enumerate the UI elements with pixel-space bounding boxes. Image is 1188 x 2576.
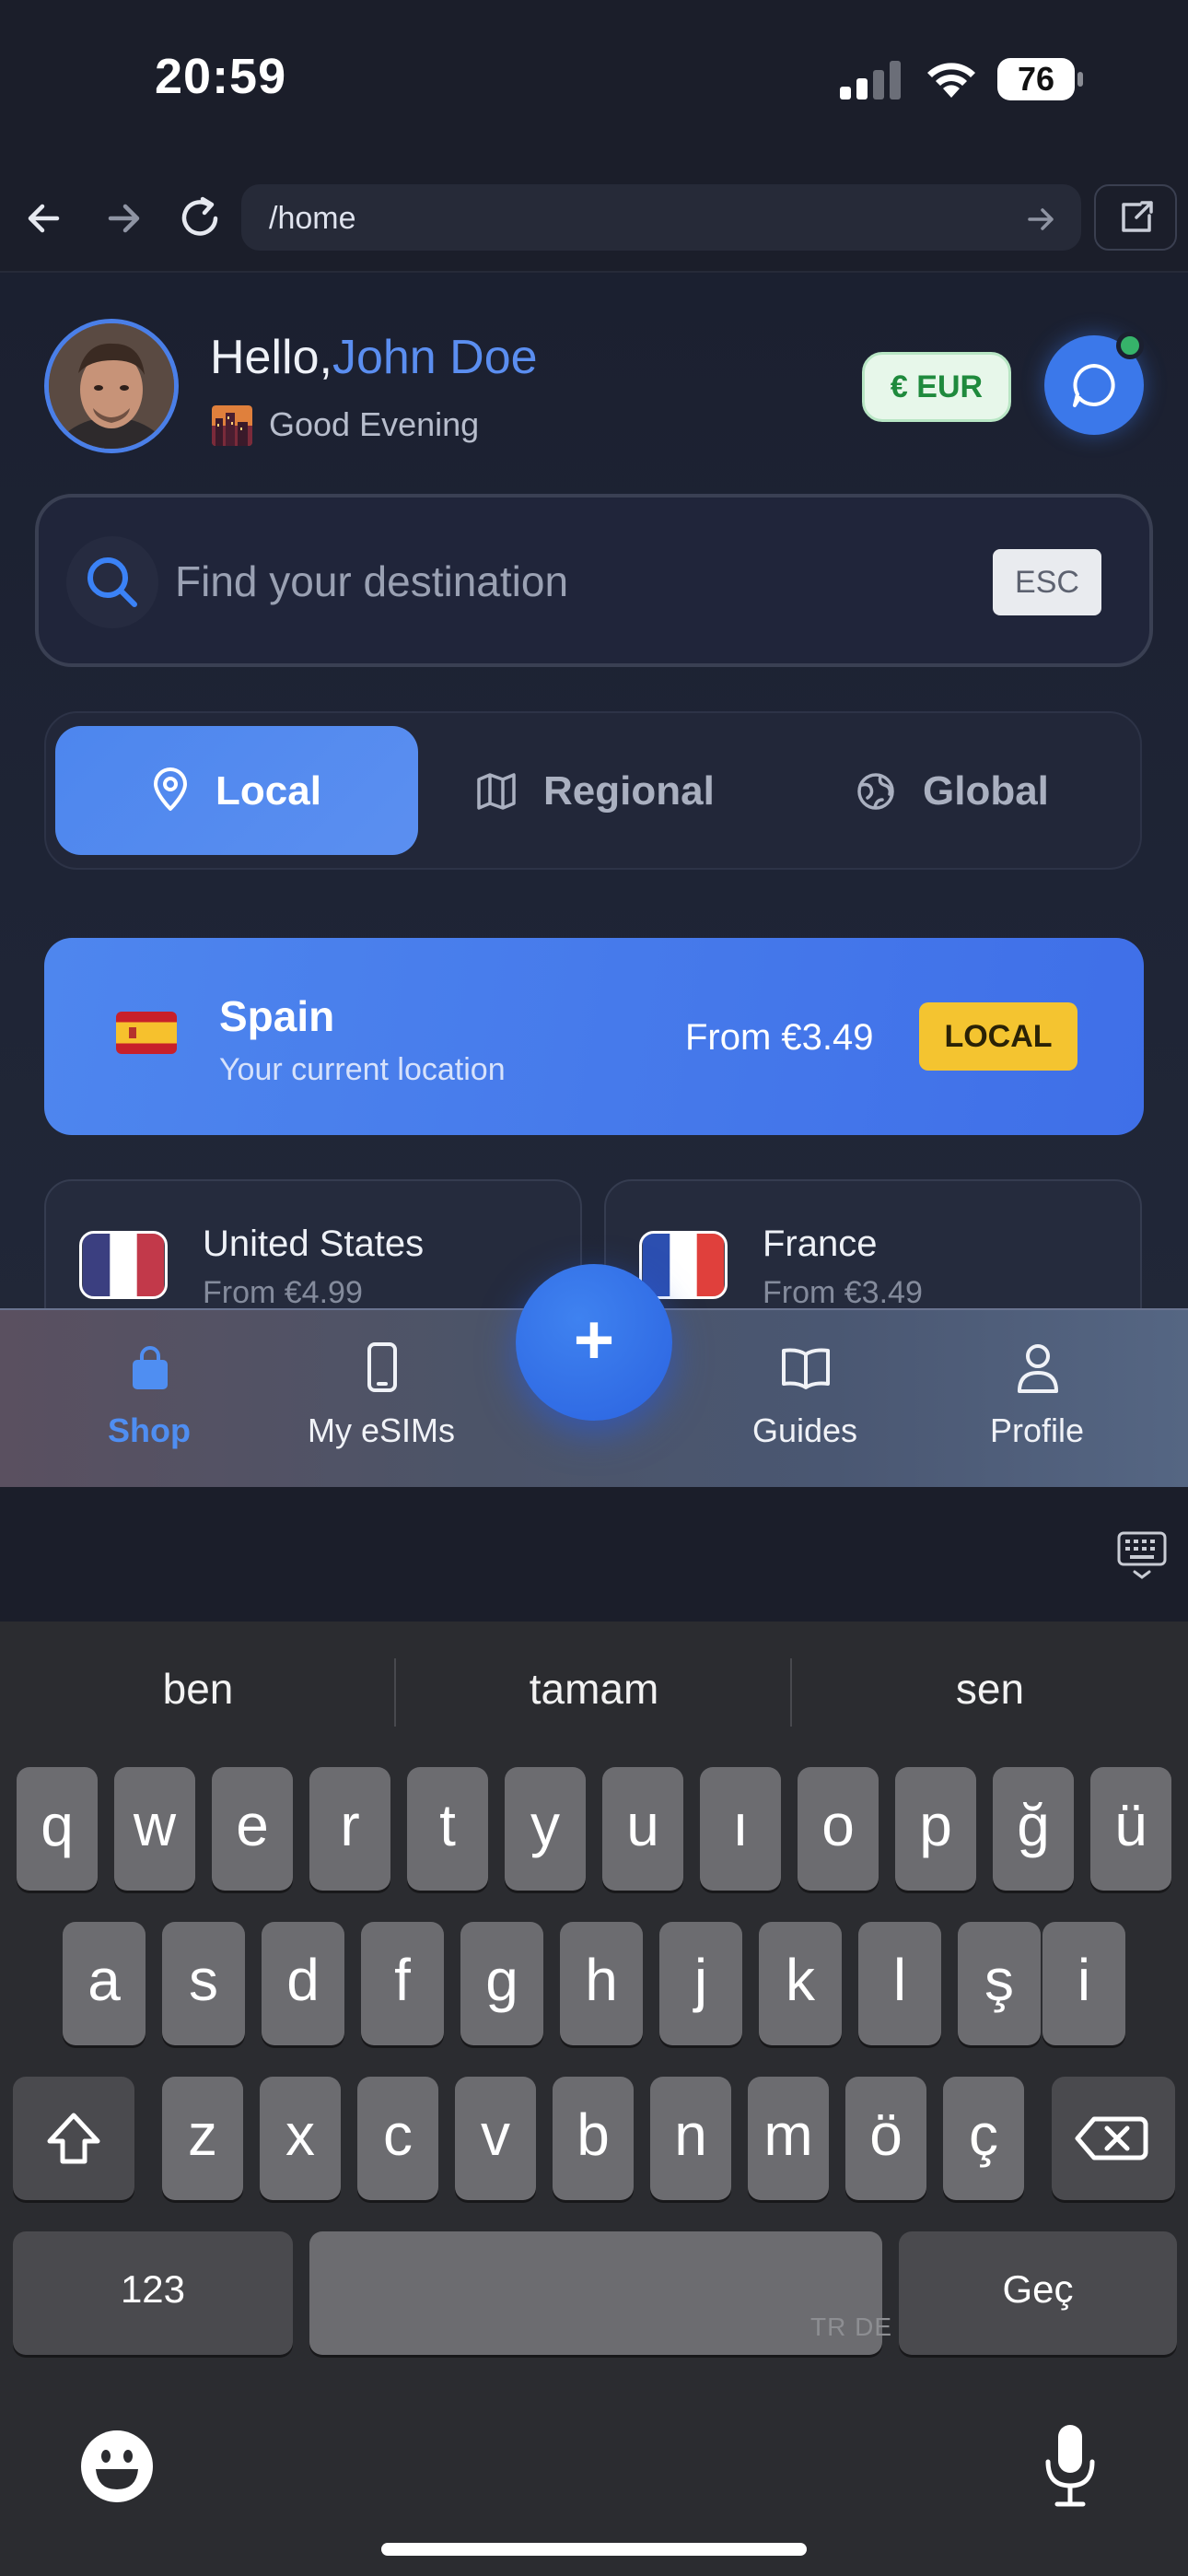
status-time: 20:59 xyxy=(155,49,287,104)
key-g[interactable]: g xyxy=(460,1922,543,2045)
back-arrow-icon[interactable] xyxy=(20,193,70,243)
tab-local-label: Local xyxy=(215,768,321,814)
key-u-umlaut[interactable]: ü xyxy=(1090,1767,1171,1891)
key-w[interactable]: w xyxy=(114,1767,195,1891)
key-dotless-i[interactable]: ı xyxy=(700,1767,781,1891)
suggestion-item[interactable]: ben xyxy=(0,1664,396,1714)
current-country-price: From €3.49 xyxy=(685,1017,874,1058)
return-key[interactable]: Geç xyxy=(899,2231,1177,2355)
key-u[interactable]: u xyxy=(602,1767,683,1891)
search-icon xyxy=(87,557,137,607)
key-r[interactable]: r xyxy=(309,1767,390,1891)
cellular-signal-icon xyxy=(840,61,901,100)
current-country-name: Spain xyxy=(219,992,335,1040)
esc-key-hint: ESC xyxy=(993,549,1101,615)
wifi-icon xyxy=(927,63,975,98)
search-input[interactable]: Find your destination xyxy=(175,556,568,606)
key-y[interactable]: y xyxy=(505,1767,586,1891)
shift-key[interactable] xyxy=(13,2077,134,2200)
key-o-umlaut[interactable]: ö xyxy=(845,2077,926,2200)
external-link-icon xyxy=(1122,201,1153,232)
shopping-bag-icon[interactable] xyxy=(125,1343,175,1393)
local-badge: LOCAL xyxy=(919,1002,1077,1071)
book-icon[interactable] xyxy=(779,1343,833,1393)
backspace-key[interactable] xyxy=(1052,2077,1175,2200)
open-external-button[interactable] xyxy=(1094,184,1177,251)
country-name: United States xyxy=(203,1224,425,1264)
country-price: From €3.49 xyxy=(763,1275,923,1310)
go-arrow-icon[interactable] xyxy=(1022,201,1059,238)
sunset-city-icon xyxy=(212,405,252,446)
currency-button[interactable]: € EUR xyxy=(862,352,1011,422)
emoji-icon[interactable] xyxy=(79,2429,155,2504)
tab-regional[interactable]: Regional xyxy=(543,768,715,814)
battery-level: 76 xyxy=(1017,60,1055,98)
globe-icon xyxy=(857,773,894,810)
search-icon-wrapper xyxy=(66,536,158,628)
key-m[interactable]: m xyxy=(748,2077,829,2200)
online-status-dot xyxy=(1116,332,1144,359)
nav-shop[interactable]: Shop xyxy=(39,1411,260,1450)
space-bar[interactable] xyxy=(309,2231,882,2355)
key-h[interactable]: h xyxy=(560,1922,643,2045)
url-field[interactable]: /home xyxy=(241,184,1081,251)
avatar[interactable] xyxy=(44,319,179,453)
key-f[interactable]: f xyxy=(361,1922,444,2045)
key-c-cedilla[interactable]: ç xyxy=(943,2077,1024,2200)
key-j[interactable]: j xyxy=(659,1922,742,2045)
key-l[interactable]: l xyxy=(858,1922,941,2045)
forward-arrow-icon[interactable] xyxy=(98,193,147,243)
key-p[interactable]: p xyxy=(895,1767,976,1891)
reload-icon[interactable] xyxy=(175,193,225,243)
key-d[interactable]: d xyxy=(262,1922,344,2045)
key-s[interactable]: s xyxy=(162,1922,245,2045)
greeting-title: Hello,John Doe xyxy=(210,330,538,385)
key-q[interactable]: q xyxy=(17,1767,98,1891)
microphone-icon[interactable] xyxy=(1042,2421,1098,2510)
current-location-subtitle: Your current location xyxy=(219,1052,506,1087)
key-n[interactable]: n xyxy=(650,2077,731,2200)
numbers-key[interactable]: 123 xyxy=(13,2231,293,2355)
key-v[interactable]: v xyxy=(455,2077,536,2200)
user-name: John Doe xyxy=(332,331,538,384)
key-s-cedilla[interactable]: ş xyxy=(958,1922,1041,2045)
nav-my-esims[interactable]: My eSIMs xyxy=(271,1411,492,1450)
backspace-icon xyxy=(1075,2116,1148,2160)
battery-indicator: 76 xyxy=(996,57,1085,101)
suggestion-item[interactable]: tamam xyxy=(396,1664,792,1714)
nav-guides[interactable]: Guides xyxy=(694,1411,915,1450)
key-e[interactable]: e xyxy=(212,1767,293,1891)
home-indicator xyxy=(381,2543,807,2556)
suggestion-item[interactable]: sen xyxy=(792,1664,1188,1714)
key-t[interactable]: t xyxy=(407,1767,488,1891)
tab-global[interactable]: Global xyxy=(923,768,1049,814)
greeting-hello: Hello, xyxy=(210,331,332,384)
greeting-subtitle: Good Evening xyxy=(269,405,480,443)
keyboard-dismiss-icon[interactable] xyxy=(1116,1529,1168,1581)
country-price: From €4.99 xyxy=(203,1275,363,1310)
us-flag-icon xyxy=(79,1231,168,1299)
key-z[interactable]: z xyxy=(162,2077,243,2200)
key-a[interactable]: a xyxy=(63,1922,146,2045)
key-o[interactable]: o xyxy=(798,1767,879,1891)
user-icon[interactable] xyxy=(1013,1341,1063,1395)
phone-icon[interactable] xyxy=(357,1341,407,1395)
nav-profile[interactable]: Profile xyxy=(926,1411,1147,1450)
avatar-photo xyxy=(49,323,174,449)
key-i[interactable]: i xyxy=(1042,1922,1125,2045)
key-x[interactable]: x xyxy=(260,2077,341,2200)
map-pin-icon xyxy=(154,767,187,811)
language-hint: TR DE xyxy=(810,2313,892,2341)
shift-icon xyxy=(47,2113,100,2164)
plus-icon: + xyxy=(573,1301,615,1379)
key-c[interactable]: c xyxy=(357,2077,438,2200)
country-name: France xyxy=(763,1224,878,1264)
key-g-breve[interactable]: ğ xyxy=(993,1767,1074,1891)
key-b[interactable]: b xyxy=(553,2077,634,2200)
map-icon xyxy=(477,773,516,810)
spain-flag-icon xyxy=(116,1012,177,1054)
key-k[interactable]: k xyxy=(759,1922,842,2045)
keyboard-accessory-bar xyxy=(0,1487,1188,1622)
